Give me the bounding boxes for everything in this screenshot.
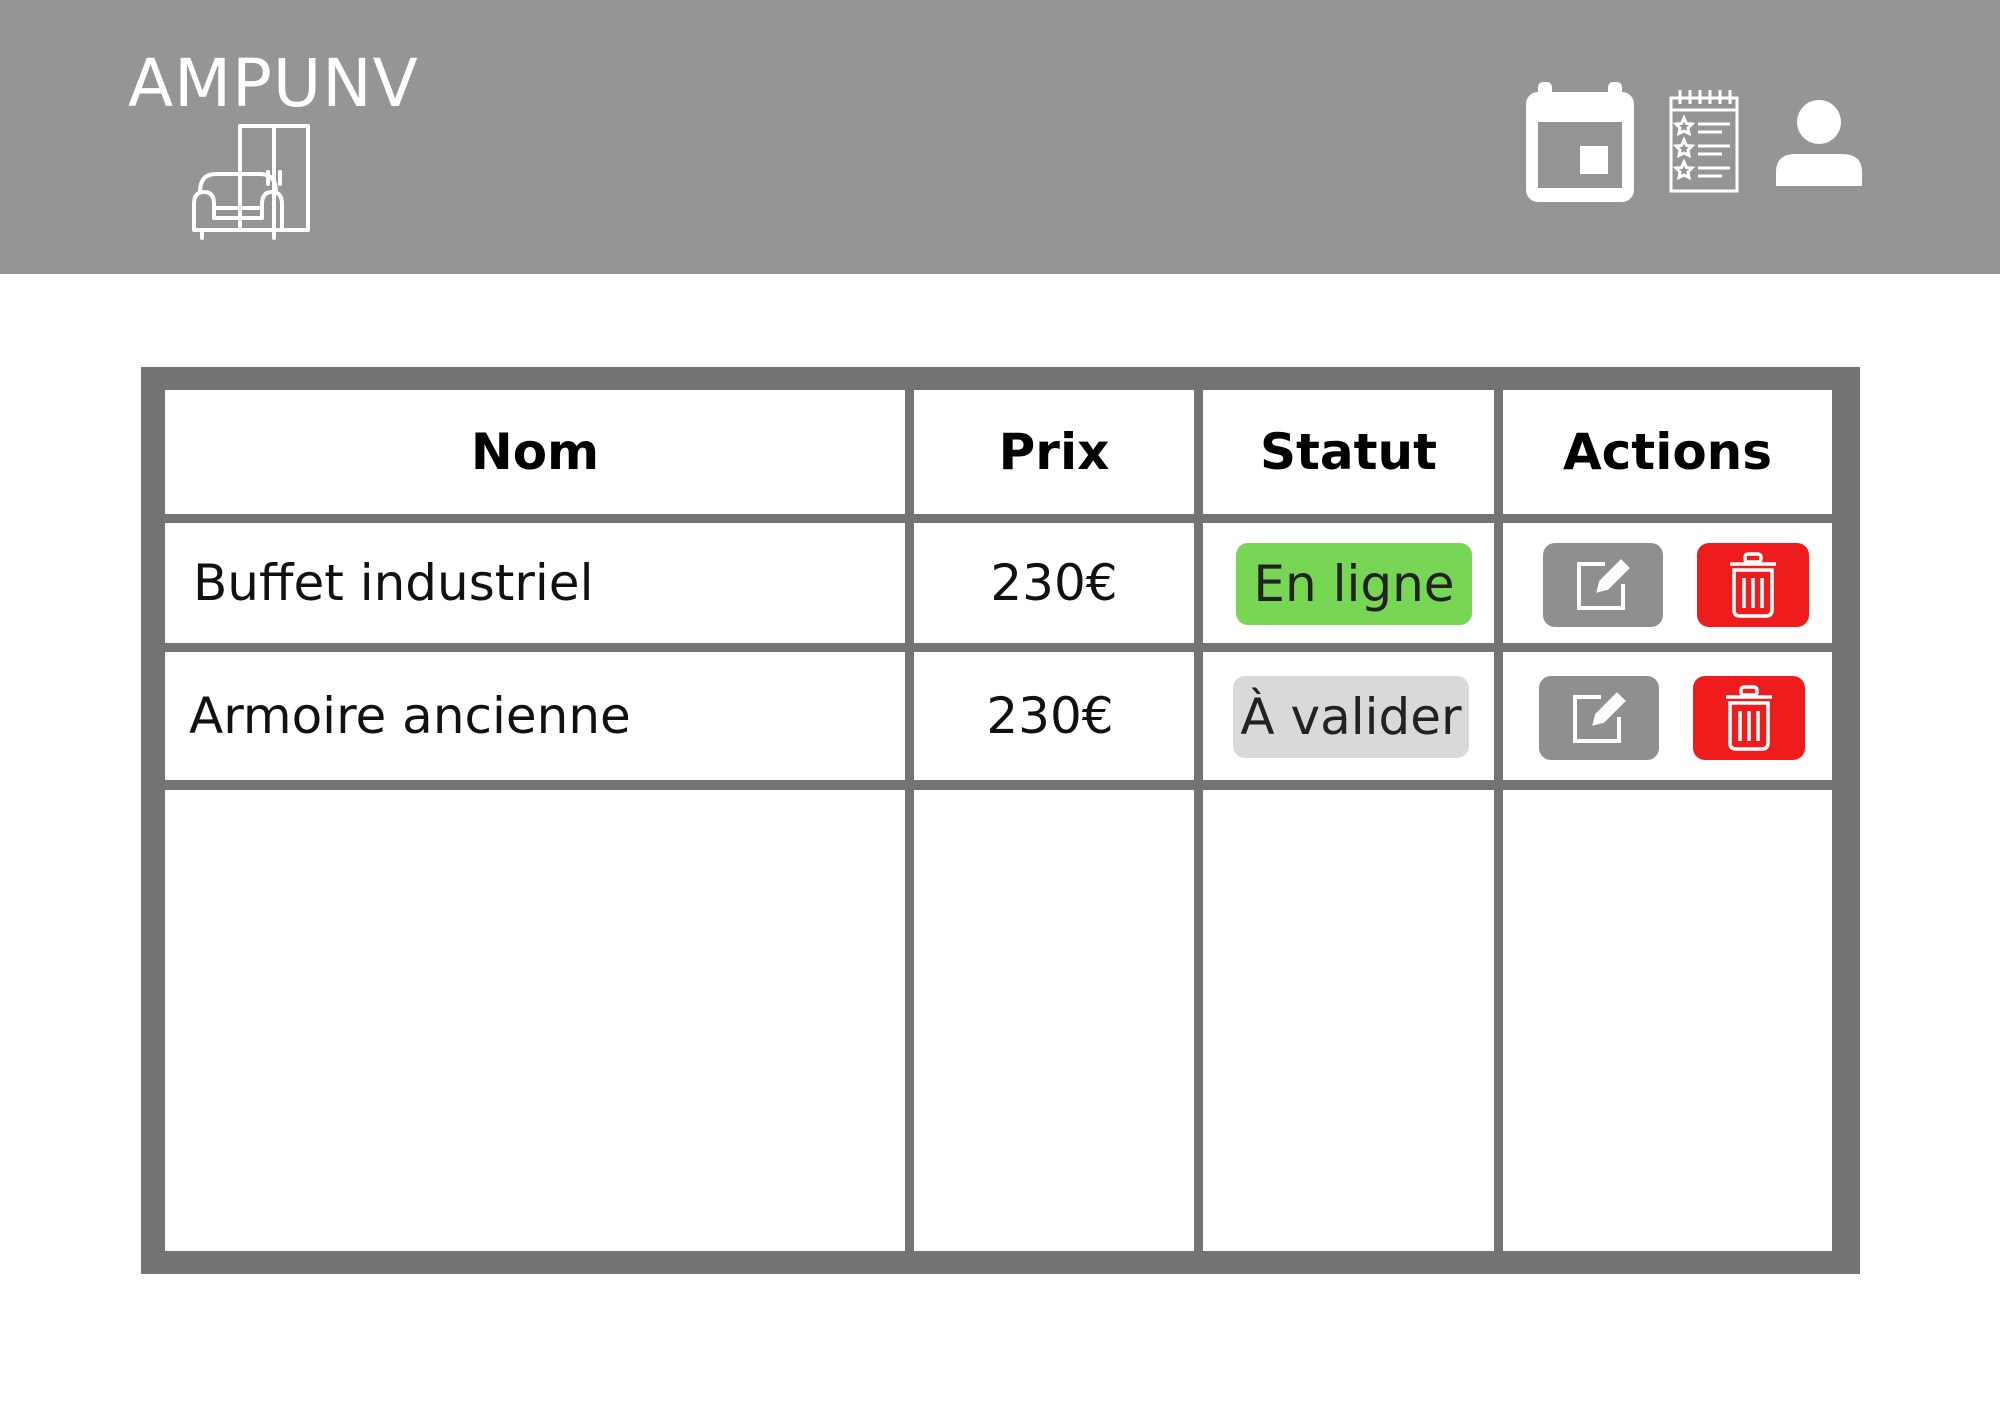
empty-cell (1503, 790, 1832, 1251)
furniture-icon (192, 124, 310, 240)
column-header-prix: Prix (914, 390, 1194, 514)
table-row-2-actions (1503, 652, 1832, 780)
column-header-statut: Statut (1203, 390, 1494, 514)
table-row-2-name: Armoire ancienne (165, 652, 905, 780)
product-price: 230€ (990, 554, 1118, 612)
edit-icon (1577, 559, 1630, 610)
empty-cell (1203, 790, 1494, 1251)
column-header-nom: Nom (165, 390, 905, 514)
column-header-actions: Actions (1503, 390, 1832, 514)
trash-icon (1730, 552, 1776, 618)
column-header-label: Statut (1259, 423, 1438, 481)
trash-icon (1726, 685, 1772, 751)
table-row-2-price: 230€ (914, 652, 1194, 780)
product-name: Buffet industriel (193, 554, 594, 612)
empty-cell (165, 790, 905, 1251)
edit-button[interactable] (1543, 543, 1663, 627)
status-badge: À valider (1233, 676, 1469, 758)
app-header: AMPUNV (0, 0, 2000, 274)
empty-cell (914, 790, 1194, 1251)
status-badge: En ligne (1236, 543, 1472, 625)
table-row-1-status: En ligne (1203, 523, 1494, 643)
user-icon[interactable] (1776, 100, 1862, 186)
column-header-label: Actions (1562, 423, 1773, 481)
edit-button[interactable] (1539, 676, 1659, 760)
logo-text: AMPUNV (128, 45, 419, 122)
table-row-1-actions (1503, 523, 1832, 643)
calendar-icon[interactable] (1526, 82, 1634, 202)
table-row-2-status: À valider (1203, 652, 1494, 780)
column-header-label: Prix (998, 423, 1110, 481)
edit-icon (1573, 692, 1626, 743)
notepad-icon[interactable] (1668, 88, 1740, 194)
product-name: Armoire ancienne (189, 687, 631, 745)
table-row-1-price: 230€ (914, 523, 1194, 643)
table-row-1-name: Buffet industriel (165, 523, 905, 643)
delete-button[interactable] (1697, 543, 1809, 627)
delete-button[interactable] (1693, 676, 1805, 760)
products-table: Nom Prix Statut Actions Buffet industrie… (141, 367, 1860, 1274)
product-price: 230€ (986, 687, 1114, 745)
column-header-label: Nom (470, 423, 600, 481)
